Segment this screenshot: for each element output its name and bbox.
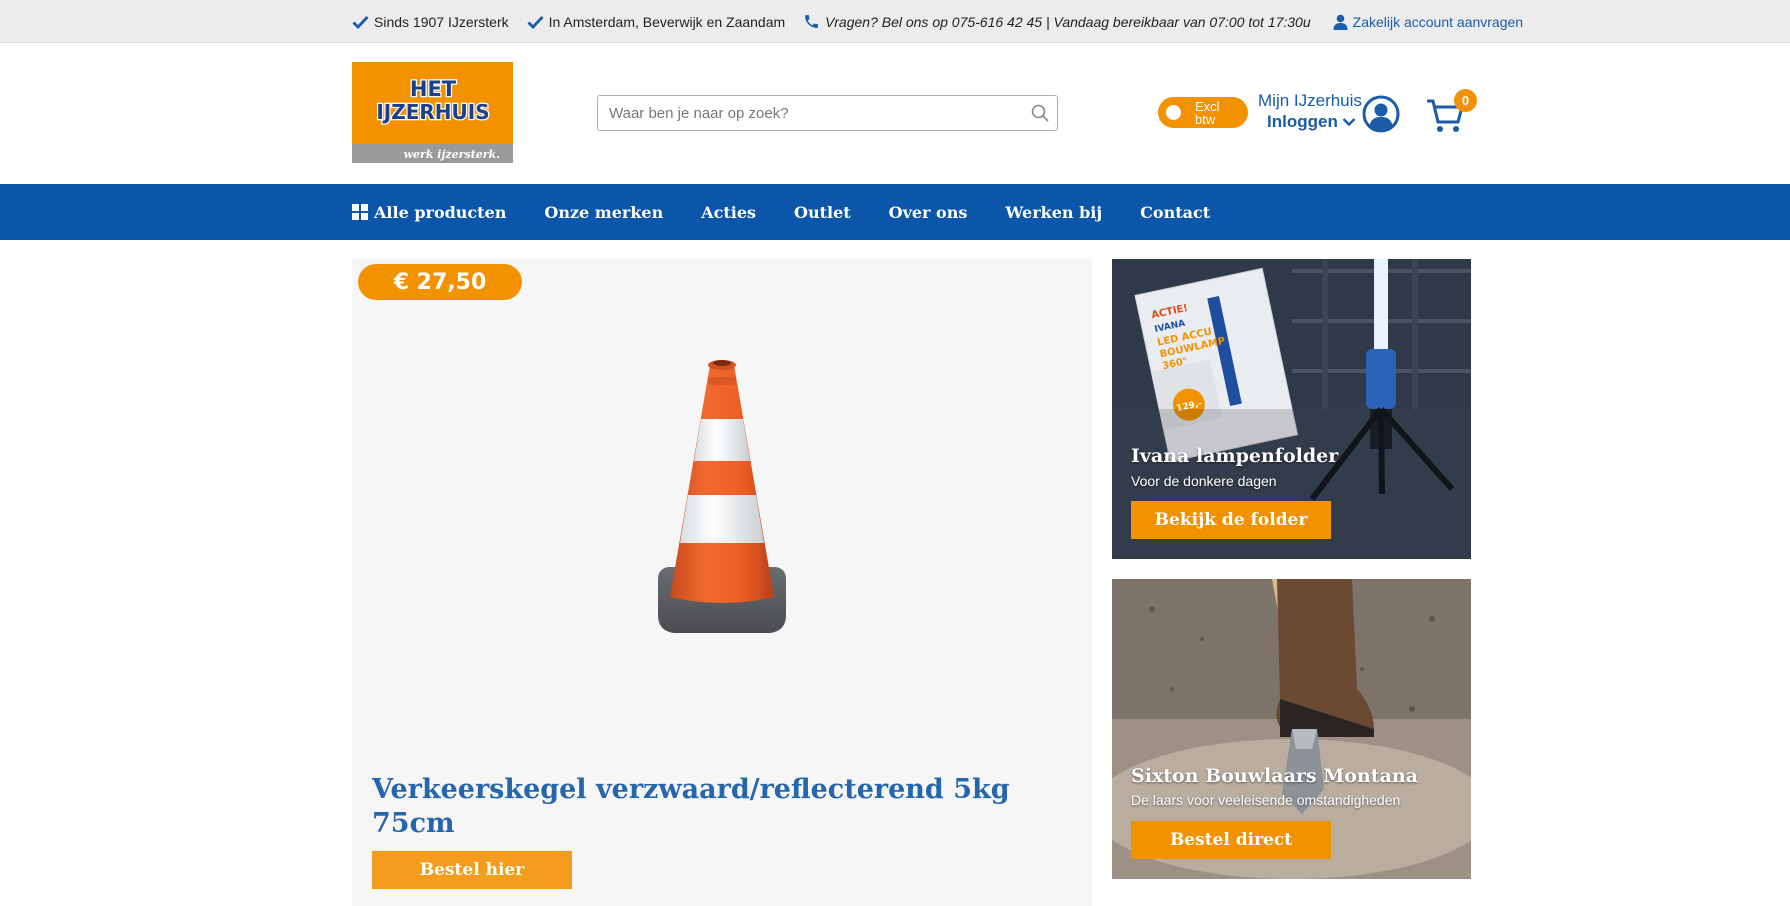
order-here-button[interactable]: Bestel hier: [372, 851, 572, 889]
usp-phone[interactable]: Vragen? Bel ons op 075-616 42 45 | Vanda…: [803, 13, 1311, 30]
check-icon: [527, 15, 544, 29]
site-header: HET IJZERHUIS werk ijzersterk. Excl btw …: [0, 43, 1790, 184]
chevron-down-icon: [1342, 118, 1356, 127]
usp-item: In Amsterdam, Beverwijk en Zaandam: [527, 14, 785, 30]
svg-text:IJZERHUIS: IJZERHUIS: [376, 100, 489, 124]
traffic-cone-image: [658, 360, 786, 633]
logo[interactable]: HET IJZERHUIS werk ijzersterk.: [352, 62, 513, 163]
promo-tile-sixton[interactable]: Sixton Bouwlaars Montana De laars voor v…: [1112, 579, 1471, 879]
phone-icon: [805, 15, 819, 28]
account-title: Mijn IJzerhuis: [1258, 91, 1362, 110]
nav-item-outlet[interactable]: Outlet: [794, 203, 851, 222]
grid-icon: [352, 204, 368, 220]
toggle-knob: [1166, 105, 1181, 120]
search-bar: [597, 95, 1058, 131]
search-input[interactable]: [598, 96, 1023, 130]
nav-item-over-ons[interactable]: Over ons: [889, 203, 968, 222]
check-icon: [352, 15, 369, 29]
user-icon: [1333, 14, 1348, 30]
hero-product[interactable]: € 27,50 Verkeerskegel verzwaard/reflecte…: [352, 259, 1092, 906]
cart-count-badge: 0: [1454, 89, 1477, 112]
price-badge: € 27,50: [358, 264, 522, 300]
view-folder-button[interactable]: Bekijk de folder: [1131, 501, 1331, 539]
vat-toggle-label: Excl btw: [1195, 98, 1220, 127]
main-navigation: Alle producten Onze merken Acties Outlet…: [0, 184, 1790, 240]
cart-button[interactable]: 0: [1425, 89, 1477, 133]
order-direct-button[interactable]: Bestel direct: [1131, 821, 1331, 859]
account-menu[interactable]: Mijn IJzerhuis Inloggen: [1257, 91, 1405, 135]
svg-text:HET: HET: [410, 77, 457, 101]
vat-toggle[interactable]: Excl btw: [1158, 97, 1248, 128]
business-account-link[interactable]: Zakelijk account aanvragen: [1333, 14, 1523, 30]
promo-title: Sixton Bouwlaars Montana: [1131, 765, 1418, 787]
search-icon[interactable]: [1023, 104, 1057, 122]
nav-item-werken-bij[interactable]: Werken bij: [1005, 203, 1102, 222]
promo-subtitle: Voor de donkere dagen: [1131, 473, 1277, 489]
usp-item: Sinds 1907 IJzersterk: [352, 14, 509, 30]
nav-item-onze-merken[interactable]: Onze merken: [544, 203, 663, 222]
promo-tile-ivana[interactable]: ACTIE! IVANA LED ACCU BOUWLAMP 360° 129,…: [1112, 259, 1471, 559]
product-title[interactable]: Verkeerskegel verzwaard/reflecterend 5kg…: [372, 773, 1012, 841]
nav-item-acties[interactable]: Acties: [701, 203, 756, 222]
nav-item-alle-producten[interactable]: Alle producten: [352, 203, 506, 222]
account-avatar-icon[interactable]: [1362, 95, 1400, 133]
svg-text:werk ijzersterk.: werk ijzersterk.: [404, 148, 501, 161]
promo-title: Ivana lampenfolder: [1131, 445, 1339, 467]
login-link[interactable]: Inloggen: [1267, 112, 1356, 132]
usp-bar: Sinds 1907 IJzersterk In Amsterdam, Beve…: [0, 0, 1790, 43]
nav-item-contact[interactable]: Contact: [1140, 203, 1210, 222]
promo-subtitle: De laars voor veeleisende omstandigheden: [1131, 792, 1401, 808]
